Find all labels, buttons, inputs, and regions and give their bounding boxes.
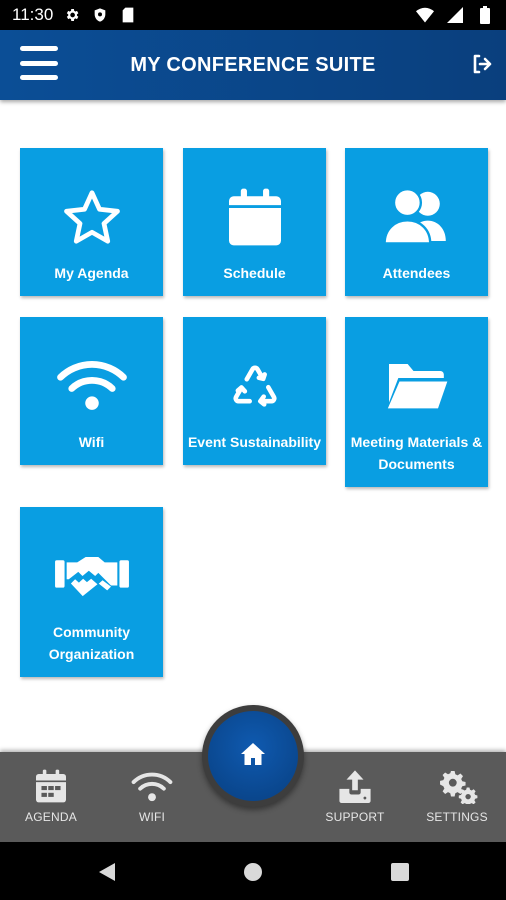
upload-icon [310,766,400,806]
hamburger-menu-icon[interactable] [20,46,58,80]
wifi-icon [107,766,197,806]
app-header: MY CONFERENCE SUITE [0,30,506,100]
menu-line [20,46,58,51]
nav-label: AGENDA [25,810,77,824]
shield-icon [91,6,109,24]
tile-meeting-materials[interactable]: Meeting Materials & Documents [345,317,488,487]
tile-label: Wifi [78,434,105,450]
star-icon [20,188,163,246]
tile-label: Meeting Materials & Documents [350,434,483,472]
sd-card-icon [119,6,137,24]
calendar-icon [6,766,96,806]
signal-icon [446,6,464,24]
recycle-icon [183,357,326,415]
status-bar-left: 11:30 [12,5,137,25]
back-icon[interactable] [96,861,118,883]
home-icon [240,742,266,771]
nav-item-wifi[interactable]: WIFI [107,752,197,842]
wifi-icon [416,6,434,24]
tile-label: Community Organization [48,624,135,662]
tile-label: Attendees [382,265,451,281]
nav-label: WIFI [138,810,166,824]
nav-item-agenda[interactable]: AGENDA [6,752,96,842]
home-button[interactable] [202,705,304,807]
status-bar-right [416,6,494,24]
tile-my-agenda[interactable]: My Agenda [20,148,163,296]
home-button-inner [208,711,298,801]
tile-wifi[interactable]: Wifi [20,317,163,465]
tile-event-sustainability[interactable]: Event Sustainability [183,317,326,465]
menu-line [20,60,58,66]
tile-community-organization[interactable]: Community Organization [20,507,163,677]
nav-label: SETTINGS [426,810,488,824]
logout-icon[interactable] [470,52,494,76]
system-nav-bar [0,842,506,900]
status-bar: 11:30 [0,0,506,30]
tile-label: My Agenda [54,265,129,281]
handshake-icon [20,551,163,599]
app-screen: 11:30 MY CONFERENCE SUITE My Agenda Sche… [0,0,506,900]
tile-label: Event Sustainability [187,434,322,450]
recents-icon[interactable] [389,861,411,883]
users-icon [345,188,488,246]
tile-label: Schedule [223,265,286,281]
gear-icon [63,6,81,24]
battery-icon [476,6,494,24]
menu-line [20,75,58,80]
gears-icon [412,766,502,806]
tile-schedule[interactable]: Schedule [183,148,326,296]
home-circle-icon[interactable] [242,861,264,883]
calendar-icon [183,188,326,246]
nav-label: SUPPORT [325,810,385,824]
folder-open-icon [345,357,488,413]
status-time: 11:30 [12,5,54,24]
wifi-icon [20,357,163,411]
nav-item-settings[interactable]: SETTINGS [412,752,502,842]
page-title: MY CONFERENCE SUITE [130,53,376,76]
tile-attendees[interactable]: Attendees [345,148,488,296]
nav-item-support[interactable]: SUPPORT [310,752,400,842]
